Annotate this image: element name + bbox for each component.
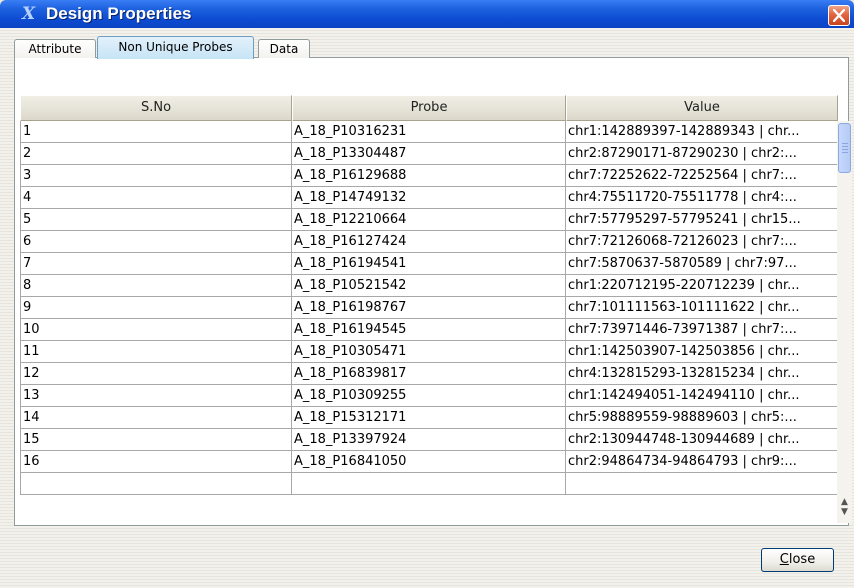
cell-value[interactable]: chr7:72126068-72126023 | chr7:... — [566, 231, 838, 253]
cell-value[interactable]: chr7:101111563-101111622 | chr... — [566, 297, 838, 319]
cell-sno[interactable]: 7 — [20, 253, 292, 275]
cell-sno[interactable]: 6 — [20, 231, 292, 253]
scroll-arrows[interactable]: ▲ ▼ — [837, 497, 852, 523]
scroll-thumb[interactable] — [838, 123, 851, 173]
cell-probe[interactable]: A_18_P13304487 — [292, 143, 566, 165]
cell-sno[interactable]: 8 — [20, 275, 292, 297]
cell-probe[interactable]: A_18_P16129688 — [292, 165, 566, 187]
cell-sno[interactable]: 5 — [20, 209, 292, 231]
cell-sno[interactable]: 13 — [20, 385, 292, 407]
cell-probe[interactable]: A_18_P16841050 — [292, 451, 566, 473]
cell-probe[interactable]: A_18_P16198767 — [292, 297, 566, 319]
grip-icon — [842, 143, 848, 155]
cell-probe[interactable]: A_18_P15312171 — [292, 407, 566, 429]
cell-sno[interactable]: 14 — [20, 407, 292, 429]
cell-probe[interactable]: A_18_P12210664 — [292, 209, 566, 231]
table-row[interactable]: 14 A_18_P15312171 chr5:98889559-98889603 |… — [20, 407, 838, 429]
table-row[interactable]: 4 A_18_P14749132 chr4:75511720-75511778 | … — [20, 187, 838, 209]
cell-sno[interactable]: 10 — [20, 319, 292, 341]
table-row[interactable] — [20, 473, 838, 495]
close-button-label: lose — [788, 552, 816, 567]
cell-empty[interactable] — [292, 473, 566, 495]
cell-sno[interactable]: 3 — [20, 165, 292, 187]
cell-sno[interactable]: 1 — [20, 121, 292, 143]
scroll-up-arrow-icon[interactable]: ▲ — [837, 497, 852, 507]
cell-value[interactable]: chr1:220712195-220712239 | chr... — [566, 275, 838, 297]
cell-value[interactable]: chr2:94864734-94864793 | chr9:... — [566, 451, 838, 473]
cell-probe[interactable]: A_18_P13397924 — [292, 429, 566, 451]
cell-value[interactable]: chr1:142889397-142889343 | chr... — [566, 121, 838, 143]
column-header-value[interactable]: Value — [566, 95, 838, 121]
table-row[interactable]: 15 A_18_P13397924 chr2:130944748-130944689… — [20, 429, 838, 451]
cell-value[interactable]: chr1:142503907-142503856 | chr... — [566, 341, 838, 363]
cell-sno[interactable]: 12 — [20, 363, 292, 385]
cell-value[interactable]: chr7:72252622-72252564 | chr7:... — [566, 165, 838, 187]
cell-empty[interactable] — [20, 473, 292, 495]
table-row[interactable]: 3 A_18_P16129688 chr7:72252622-72252564 | … — [20, 165, 838, 187]
table-row[interactable]: 6 A_18_P16127424 chr7:72126068-72126023 | … — [20, 231, 838, 253]
table-body: 1 A_18_P10316231 chr1:142889397-142889343 … — [20, 121, 838, 521]
cell-value[interactable]: chr4:132815293-132815234 | chr... — [566, 363, 838, 385]
cell-probe[interactable]: A_18_P16194541 — [292, 253, 566, 275]
table-row[interactable]: 8 A_18_P10521542 chr1:220712195-220712239 … — [20, 275, 838, 297]
cell-probe[interactable]: A_18_P10316231 — [292, 121, 566, 143]
cell-probe[interactable]: A_18_P16839817 — [292, 363, 566, 385]
cell-probe[interactable]: A_18_P10305471 — [292, 341, 566, 363]
table-row[interactable]: 5 A_18_P12210664 chr7:57795297-57795241 | … — [20, 209, 838, 231]
cell-value[interactable]: chr2:130944748-130944689 | chr... — [566, 429, 838, 451]
tab-non-unique-probes[interactable]: Non Unique Probes — [97, 36, 254, 59]
table-header: S.No Probe Value — [20, 95, 838, 121]
close-button[interactable]: Close — [761, 548, 834, 572]
cell-sno[interactable]: 11 — [20, 341, 292, 363]
cell-value[interactable]: chr2:87290171-87290230 | chr2:... — [566, 143, 838, 165]
table-row[interactable]: 13 A_18_P10309255 chr1:142494051-142494110… — [20, 385, 838, 407]
column-header-sno[interactable]: S.No — [20, 95, 292, 121]
cell-probe[interactable]: A_18_P16194545 — [292, 319, 566, 341]
table-row[interactable]: 10 A_18_P16194545 chr7:73971446-73971387 |… — [20, 319, 838, 341]
scroll-down-arrow-icon[interactable]: ▼ — [837, 507, 852, 517]
table-row[interactable]: 2 A_18_P13304487 chr2:87290171-87290230 | … — [20, 143, 838, 165]
table-row[interactable]: 9 A_18_P16198767 chr7:101111563-101111622 … — [20, 297, 838, 319]
cell-value[interactable]: chr7:5870637-5870589 | chr7:97... — [566, 253, 838, 275]
tab-data[interactable]: Data — [258, 39, 310, 58]
cell-sno[interactable]: 2 — [20, 143, 292, 165]
close-button-mnemonic: C — [779, 552, 789, 567]
table-row[interactable]: 11 A_18_P10305471 chr1:142503907-142503856… — [20, 341, 838, 363]
table-row[interactable]: 1 A_18_P10316231 chr1:142889397-142889343 … — [20, 121, 838, 143]
cell-empty[interactable] — [566, 473, 838, 495]
cell-value[interactable]: chr7:73971446-73971387 | chr7:... — [566, 319, 838, 341]
cell-sno[interactable]: 9 — [20, 297, 292, 319]
app-logo-icon: X — [22, 4, 36, 24]
cell-value[interactable]: chr4:75511720-75511778 | chr4:... — [566, 187, 838, 209]
cell-sno[interactable]: 4 — [20, 187, 292, 209]
cell-probe[interactable]: A_18_P14749132 — [292, 187, 566, 209]
table-row[interactable]: 7 A_18_P16194541 chr7:5870637-5870589 | ch… — [20, 253, 838, 275]
cell-value[interactable]: chr7:57795297-57795241 | chr15... — [566, 209, 838, 231]
close-window-button[interactable] — [828, 5, 850, 26]
vertical-scrollbar[interactable] — [837, 121, 852, 523]
design-properties-dialog: X Design Properties Attribute Non Unique… — [0, 0, 854, 588]
cell-sno[interactable]: 16 — [20, 451, 292, 473]
title-bar[interactable]: X Design Properties — [0, 0, 854, 28]
window-title: Design Properties — [46, 4, 192, 23]
table-row[interactable]: 16 A_18_P16841050 chr2:94864734-94864793 |… — [20, 451, 838, 473]
cell-value[interactable]: chr5:98889559-98889603 | chr5:... — [566, 407, 838, 429]
cell-probe[interactable]: A_18_P16127424 — [292, 231, 566, 253]
cell-value[interactable]: chr1:142494051-142494110 | chr... — [566, 385, 838, 407]
table-row[interactable]: 12 A_18_P16839817 chr4:132815293-132815234… — [20, 363, 838, 385]
cell-sno[interactable]: 15 — [20, 429, 292, 451]
close-icon — [833, 9, 845, 22]
tab-attribute[interactable]: Attribute — [14, 39, 96, 58]
column-header-probe[interactable]: Probe — [292, 95, 566, 121]
cell-probe[interactable]: A_18_P10309255 — [292, 385, 566, 407]
cell-probe[interactable]: A_18_P10521542 — [292, 275, 566, 297]
